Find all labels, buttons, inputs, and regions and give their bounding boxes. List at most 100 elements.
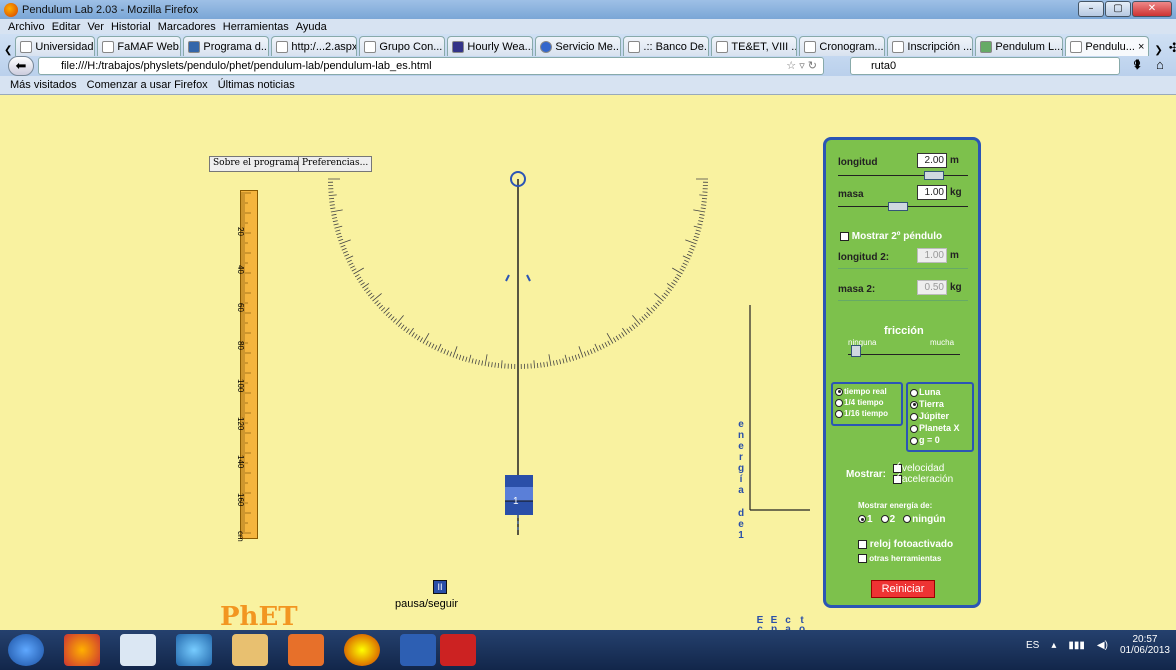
tab-scroll-left-icon[interactable]: ❮ bbox=[4, 45, 12, 56]
pause-label: pausa/seguir bbox=[395, 598, 458, 610]
phet-logo: PhET bbox=[220, 602, 298, 632]
menu-ver[interactable]: Ver bbox=[87, 21, 104, 33]
longitud-input[interactable]: 2.00 bbox=[917, 153, 947, 168]
bookmark-noticias[interactable]: Últimas noticias bbox=[218, 79, 295, 91]
minimize-button[interactable]: – bbox=[1078, 1, 1104, 17]
start-button[interactable] bbox=[8, 634, 44, 666]
media-taskbar-icon[interactable] bbox=[288, 634, 324, 666]
tierra-radio[interactable]: Tierra bbox=[910, 398, 960, 410]
masa-input[interactable]: 1.00 bbox=[917, 185, 947, 200]
page-icon bbox=[20, 40, 33, 53]
energy-axis-char: g bbox=[737, 463, 745, 474]
longitud2-unit: m bbox=[950, 250, 959, 261]
energia-label: Mostrar energía de: bbox=[858, 501, 933, 510]
energy-axis-char: e bbox=[738, 419, 744, 430]
menu-marcadores[interactable]: Marcadores bbox=[158, 21, 216, 33]
tab-cronograma[interactable]: Cronogram... bbox=[799, 36, 886, 56]
tab-programa[interactable]: Programa d... bbox=[183, 36, 270, 56]
g0-radio[interactable]: g = 0 bbox=[910, 434, 960, 446]
taskbar: ES ▴ ▮▮▮ ◀) 20:57 01/06/2013 bbox=[0, 630, 1176, 670]
clock-time[interactable]: 20:57 bbox=[1120, 634, 1170, 645]
tab-banco[interactable]: .:: Banco De... bbox=[623, 36, 710, 56]
otras-checkbox[interactable]: otras herramientas bbox=[858, 554, 941, 564]
volume-icon[interactable]: ◀) bbox=[1097, 640, 1108, 651]
tab-famaf[interactable]: FaMAF Web... bbox=[97, 36, 182, 56]
jupiter-radio[interactable]: Júpiter bbox=[910, 410, 960, 422]
menu-historial[interactable]: Historial bbox=[111, 21, 151, 33]
clock-date[interactable]: 01/06/2013 bbox=[1120, 645, 1170, 656]
cuarto-tiempo-radio[interactable]: 1/4 tiempo bbox=[835, 397, 888, 408]
menu-bar: Archivo Editar Ver Historial Marcadores … bbox=[0, 19, 1176, 34]
bookmark-star-icon[interactable]: ☆ ▿ ↻ bbox=[786, 59, 817, 72]
search-input[interactable]: ruta0 ⚲ bbox=[850, 57, 1141, 75]
page-icon bbox=[452, 40, 465, 53]
energia-ninguno-radio[interactable]: ningún bbox=[903, 514, 945, 525]
bookmark-comenzar[interactable]: Comenzar a usar Firefox bbox=[87, 79, 208, 91]
dieciseisavo-tiempo-radio[interactable]: 1/16 tiempo bbox=[835, 408, 888, 419]
menu-herramientas[interactable]: Herramientas bbox=[223, 21, 289, 33]
tab-inscripcion[interactable]: Inscripción ... bbox=[887, 36, 974, 56]
menu-ayuda[interactable]: Ayuda bbox=[296, 21, 327, 33]
bob-label: 1 bbox=[513, 496, 519, 507]
energy-axis-char: r bbox=[739, 452, 743, 463]
luna-radio[interactable]: Luna bbox=[910, 386, 960, 398]
mostrar-label: Mostrar: bbox=[846, 469, 887, 480]
show2-checkbox[interactable]: Mostrar 2º péndulo bbox=[840, 231, 942, 242]
energy-axis-char: d bbox=[737, 508, 745, 519]
tab-pendulum-1[interactable]: Pendulum L... bbox=[975, 36, 1064, 56]
url-bar[interactable]: file:///H:/trabajos/physlets/pendulo/phe… bbox=[38, 57, 824, 75]
new-tab-icon[interactable]: ✣ bbox=[1169, 40, 1176, 56]
energy-axis-char: e bbox=[738, 441, 744, 452]
tray-arrow-icon[interactable]: ▴ bbox=[1051, 640, 1056, 651]
tab-teet[interactable]: TE&ET, VIII ... bbox=[711, 36, 798, 56]
energia-2-radio[interactable]: 2 bbox=[880, 514, 895, 525]
folder-taskbar-icon[interactable] bbox=[232, 634, 268, 666]
tab-universidad[interactable]: Universidad... bbox=[15, 36, 96, 56]
back-button[interactable]: ⬅ bbox=[8, 56, 34, 76]
friccion-max-label: mucha bbox=[930, 338, 955, 347]
close-button[interactable]: ✕ bbox=[1132, 1, 1172, 17]
ie-taskbar-icon[interactable] bbox=[176, 634, 212, 666]
bookmark-mas-visitados[interactable]: Más visitados bbox=[10, 79, 77, 91]
page-icon bbox=[540, 40, 553, 53]
tab-http[interactable]: http:/...2.aspx bbox=[271, 36, 358, 56]
tab-grupo[interactable]: Grupo Con... bbox=[359, 36, 446, 56]
energia-1-radio[interactable]: 1 bbox=[858, 514, 873, 525]
download-icon[interactable]: ⬇ bbox=[1132, 57, 1143, 73]
tab-bar: ❮ Universidad... FaMAF Web... Programa d… bbox=[0, 34, 1176, 76]
firefox-taskbar-icon[interactable] bbox=[64, 634, 100, 666]
pause-icon[interactable]: II bbox=[433, 580, 447, 594]
language-indicator[interactable]: ES bbox=[1026, 640, 1039, 651]
acrobat-taskbar-icon[interactable] bbox=[440, 634, 476, 666]
close-tab-icon[interactable]: × bbox=[1138, 41, 1144, 53]
tab-hourly[interactable]: Hourly Wea... bbox=[447, 36, 534, 56]
pendulum-svg bbox=[327, 171, 810, 535]
page-icon bbox=[804, 40, 817, 53]
maximize-button[interactable]: ▢ bbox=[1105, 1, 1131, 17]
chrome-taskbar-icon[interactable] bbox=[344, 634, 380, 666]
masa-label: masa bbox=[838, 189, 864, 200]
masa2-input[interactable]: 0.50 bbox=[917, 280, 947, 295]
explorer-taskbar-icon[interactable] bbox=[120, 634, 156, 666]
longitud2-label: longitud 2: bbox=[838, 252, 890, 263]
word-taskbar-icon[interactable] bbox=[400, 634, 436, 666]
planeta-x-radio[interactable]: Planeta X bbox=[910, 422, 960, 434]
tab-pendulum-active[interactable]: Pendulu... × bbox=[1065, 36, 1150, 56]
network-icon[interactable]: ▮▮▮ bbox=[1068, 640, 1085, 651]
tab-scroll-right-icon[interactable]: ❯ bbox=[1154, 45, 1162, 56]
menu-editar[interactable]: Editar bbox=[52, 21, 81, 33]
friccion-slider[interactable] bbox=[851, 345, 861, 357]
tiempo-real-radio[interactable]: tiempo real bbox=[835, 386, 888, 397]
aceleracion-checkbox[interactable]: aceleración bbox=[893, 471, 953, 485]
page-icon bbox=[716, 40, 729, 53]
home-icon[interactable]: ⌂ bbox=[1156, 57, 1164, 72]
masa-slider[interactable] bbox=[888, 202, 908, 211]
longitud-slider[interactable] bbox=[924, 171, 944, 180]
tab-servicio[interactable]: Servicio Me... bbox=[535, 36, 622, 56]
masa2-unit: kg bbox=[950, 282, 962, 293]
reloj-checkbox[interactable]: reloj fotoactivado bbox=[858, 539, 953, 550]
longitud2-input[interactable]: 1.00 bbox=[917, 248, 947, 263]
menu-archivo[interactable]: Archivo bbox=[8, 21, 45, 33]
reset-button[interactable]: Reiniciar bbox=[871, 580, 935, 598]
energy-axis-char: 1 bbox=[738, 530, 744, 541]
